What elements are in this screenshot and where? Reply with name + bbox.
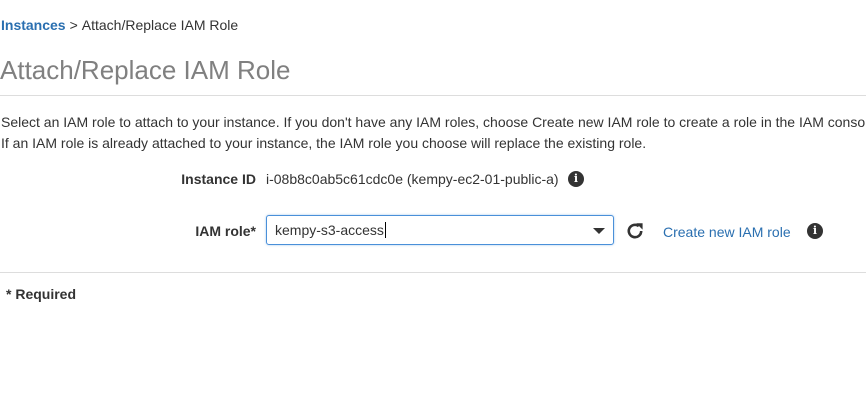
breadcrumb-separator: > <box>69 17 78 33</box>
iam-role-input-value: kempy-s3-access <box>275 222 384 238</box>
attach-iam-role-page: Instances > Attach/Replace IAM Role Attach… <box>0 0 866 402</box>
section-divider <box>0 272 866 273</box>
description-line-1: Select an IAM role to attach to your ins… <box>1 114 866 130</box>
iam-role-input-wrap: kempy-s3-access <box>275 222 386 238</box>
iam-role-select[interactable]: kempy-s3-access <box>266 215 614 245</box>
description-line-2: If an IAM role is already attached to yo… <box>1 135 647 151</box>
breadcrumb-current: Attach/Replace IAM Role <box>81 17 239 33</box>
create-new-iam-role-link[interactable]: Create new IAM role <box>663 224 791 240</box>
title-divider <box>0 95 866 96</box>
chevron-down-icon[interactable] <box>593 228 605 234</box>
instance-id-value: i-08b8c0ab5c61cdc0e (kempy-ec2-01-public… <box>266 171 559 187</box>
info-icon[interactable]: i <box>807 223 823 239</box>
iam-role-label: IAM role* <box>195 223 256 239</box>
text-caret <box>384 222 386 238</box>
page-description: Select an IAM role to attach to your ins… <box>1 112 866 154</box>
info-icon[interactable]: i <box>568 171 584 187</box>
refresh-icon[interactable] <box>625 221 645 241</box>
breadcrumb: Instances > Attach/Replace IAM Role <box>1 17 238 33</box>
instance-id-label: Instance ID <box>181 171 256 187</box>
page-title: Attach/Replace IAM Role <box>0 55 291 85</box>
breadcrumb-instances-link[interactable]: Instances <box>1 17 66 33</box>
required-note: * Required <box>6 286 77 302</box>
